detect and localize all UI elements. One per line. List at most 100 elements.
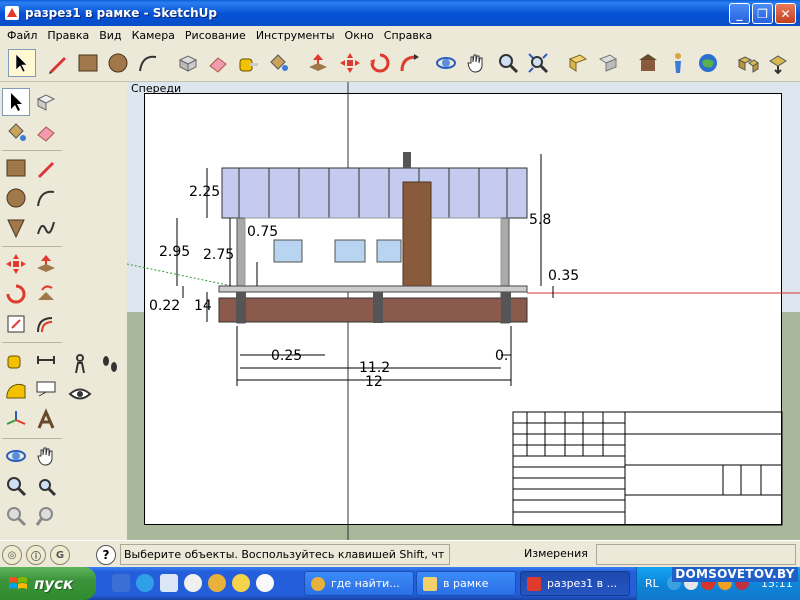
media-icon[interactable] — [184, 574, 202, 592]
menu-file[interactable]: Файл — [2, 29, 42, 42]
make-component-button[interactable] — [174, 49, 202, 77]
rotate-tool-button-left[interactable] — [2, 280, 30, 308]
axes-tool-button-left[interactable] — [2, 406, 30, 434]
menu-draw[interactable]: Рисование — [180, 29, 251, 42]
orbit-tool-button[interactable] — [432, 49, 460, 77]
arc-tool-button-left[interactable] — [32, 184, 60, 212]
yandex-icon[interactable] — [256, 574, 274, 592]
walk-button[interactable] — [96, 350, 124, 378]
polygon-tool-button-left[interactable] — [2, 214, 30, 242]
credits-icon[interactable]: ⓘ — [26, 545, 46, 565]
walk-tool-button[interactable] — [664, 49, 692, 77]
line-tool-button[interactable] — [44, 49, 72, 77]
eraser-tool-button[interactable] — [204, 49, 232, 77]
desktop-icon[interactable] — [160, 574, 178, 592]
eraser-tool-button-left[interactable] — [32, 118, 60, 146]
push-pull-button-left[interactable] — [32, 250, 60, 278]
zoom-extents-button-left[interactable] — [32, 472, 60, 500]
arc-tool-button[interactable] — [134, 49, 162, 77]
task-sketchup[interactable]: разрез1 в ... — [520, 571, 630, 596]
walkthrough-toolbar — [66, 346, 126, 406]
follow-me-button-left[interactable] — [32, 280, 60, 308]
menu-view[interactable]: Вид — [94, 29, 126, 42]
move-tool-button[interactable] — [336, 49, 364, 77]
3d-text-button-left[interactable] — [32, 406, 60, 434]
move-tool-button-left[interactable] — [2, 250, 30, 278]
menu-edit[interactable]: Правка — [42, 29, 94, 42]
help-icon[interactable]: ? — [96, 545, 116, 565]
task-folder[interactable]: в рамке — [416, 571, 516, 596]
menu-help[interactable]: Справка — [379, 29, 437, 42]
paint-bucket-button[interactable] — [264, 49, 292, 77]
close-button[interactable]: ✕ — [775, 3, 796, 24]
pan-tool-button-left[interactable] — [32, 442, 60, 470]
position-camera-button[interactable] — [66, 350, 94, 378]
google-earth-button[interactable] — [694, 49, 722, 77]
get-models-button[interactable] — [634, 49, 662, 77]
menu-window[interactable]: Окно — [340, 29, 379, 42]
freehand-tool-button-left[interactable] — [32, 214, 60, 242]
rectangle-tool-button-left[interactable] — [2, 154, 30, 182]
previous-view-icon — [7, 507, 27, 527]
tape-measure-button[interactable] — [234, 49, 262, 77]
language-indicator[interactable]: RL — [645, 577, 659, 590]
rotate-tool-button[interactable] — [366, 49, 394, 77]
previous-view-button-left[interactable] — [2, 502, 30, 530]
dim-offset-bottom-right: 0. — [495, 348, 509, 364]
sketchup-icon — [527, 576, 541, 591]
rectangle-tool-button[interactable] — [74, 49, 102, 77]
text-label-icon — [36, 381, 56, 397]
minimize-button[interactable]: _ — [729, 3, 750, 24]
make-component-button-left[interactable] — [32, 88, 60, 116]
protractor-tool-button-left[interactable] — [2, 376, 30, 404]
menu-camera[interactable]: Камера — [127, 29, 180, 42]
zoom-extents-button[interactable] — [524, 49, 552, 77]
globe-icon — [699, 54, 717, 72]
warehouse-icon — [639, 54, 657, 71]
offset-tool-button-left[interactable] — [32, 310, 60, 338]
zoom-extents-icon — [528, 53, 549, 74]
geo-location-icon[interactable]: ◎ — [2, 545, 22, 565]
quick-launch-icon[interactable] — [112, 574, 130, 592]
orbit-tool-button-left[interactable] — [2, 442, 30, 470]
look-around-button[interactable] — [66, 380, 94, 408]
select-tool-button[interactable] — [8, 49, 36, 77]
components-button[interactable] — [734, 49, 762, 77]
task-chrome[interactable]: где найти... — [304, 571, 414, 596]
follow-me-button[interactable] — [396, 49, 424, 77]
pan-tool-button[interactable] — [462, 49, 490, 77]
walk-figure-icon — [675, 53, 681, 73]
dimension-tool-button-left[interactable] — [32, 346, 60, 374]
share-model-button[interactable] — [764, 49, 792, 77]
previous-view-button[interactable] — [564, 49, 592, 77]
select-tool-button-left[interactable] — [2, 88, 30, 116]
circle-tool-button[interactable] — [104, 49, 132, 77]
scale-tool-button-left[interactable] — [2, 310, 30, 338]
position-camera-icon — [75, 354, 85, 374]
floor-beam — [218, 285, 528, 293]
line-tool-button-left[interactable] — [32, 154, 60, 182]
mail-icon[interactable] — [232, 574, 250, 592]
push-pull-button[interactable] — [304, 49, 332, 77]
maximize-button[interactable]: ❐ — [752, 3, 773, 24]
measurements-input[interactable] — [596, 544, 796, 565]
tape-measure-button-left[interactable] — [2, 346, 30, 374]
zoom-tool-button-left[interactable] — [2, 472, 30, 500]
eye-icon — [68, 388, 92, 400]
next-view-button-left[interactable] — [32, 502, 60, 530]
text-tool-button-left[interactable] — [32, 376, 60, 404]
zoom-tool-button[interactable] — [494, 49, 522, 77]
ie-icon[interactable] — [136, 574, 154, 592]
account-icon[interactable]: G — [50, 545, 70, 565]
section-drawing[interactable] — [127, 82, 800, 540]
dimension-icon — [37, 356, 55, 364]
drawing-viewport[interactable]: Спереди 2.25 2.95 2.75 0.75 5.8 0.35 0.2… — [127, 82, 800, 540]
chrome-icon[interactable] — [208, 574, 226, 592]
windows-flag-icon — [9, 576, 27, 589]
start-button[interactable]: пуск — [0, 567, 96, 600]
paint-bucket-button-left[interactable] — [2, 118, 30, 146]
circle-tool-button-left[interactable] — [2, 184, 30, 212]
title-bar[interactable]: разрез1 в рамке - SketchUp _ ❐ ✕ — [0, 0, 800, 26]
next-view-button[interactable] — [594, 49, 622, 77]
menu-tools[interactable]: Инструменты — [251, 29, 340, 42]
